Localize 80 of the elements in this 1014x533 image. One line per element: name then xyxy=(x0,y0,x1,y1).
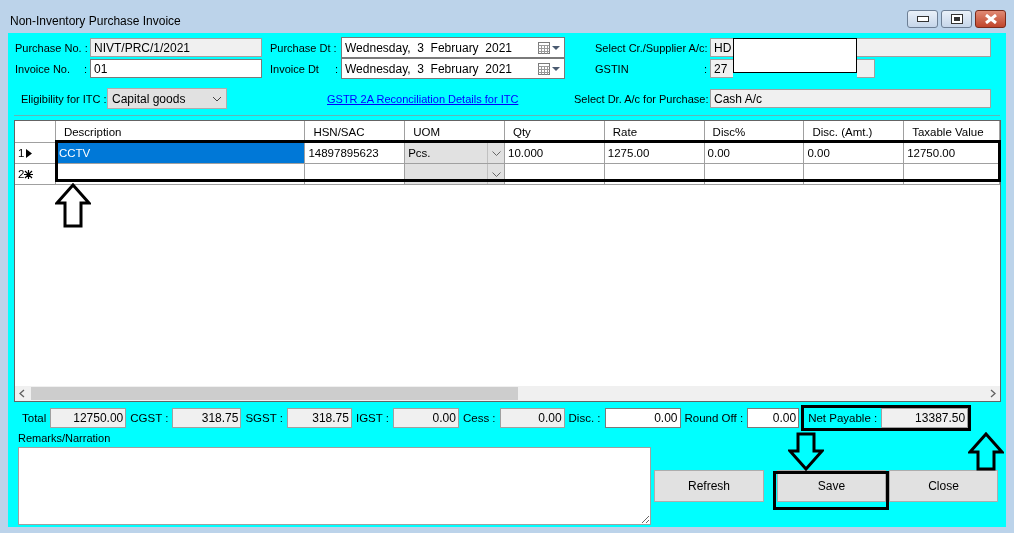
field-label: Purchase Dt : xyxy=(270,41,337,54)
table-cell: CCTV xyxy=(55,143,306,163)
action-button[interactable]: Close xyxy=(889,470,998,502)
chevron-icon xyxy=(491,150,501,156)
calendar-icon xyxy=(537,40,551,55)
horizontal-scrollbar[interactable] xyxy=(15,386,1000,401)
chevron-icon xyxy=(491,171,501,177)
amount-field[interactable]: 13387.50 xyxy=(881,408,969,428)
colon-label: : xyxy=(83,62,87,75)
amount-field[interactable]: 12750.00 xyxy=(50,408,127,428)
dropdown[interactable]: Capital goods xyxy=(107,88,227,109)
amount-field[interactable]: 0.00 xyxy=(747,408,800,428)
total-label: CGST : xyxy=(130,412,169,424)
total-label: Round Off : xyxy=(684,412,744,424)
total-label: Total xyxy=(22,412,47,424)
down-arrow-icon xyxy=(788,432,824,471)
colon-label: : xyxy=(705,92,709,105)
up-arrow-icon xyxy=(55,183,91,228)
column-header[interactable]: Taxable Value xyxy=(904,121,1000,142)
up-arrow-icon xyxy=(968,432,1004,471)
column-header[interactable]: HSN/SAC xyxy=(305,121,406,142)
column-header[interactable]: Qty xyxy=(505,121,605,142)
minimize-button[interactable] xyxy=(907,10,938,28)
caret-icon xyxy=(551,44,561,51)
calendar-icon xyxy=(537,61,551,76)
column-header[interactable]: Disc% xyxy=(704,121,805,142)
reconciliation-link[interactable]: GSTR 2A Reconciliation Details for ITC xyxy=(327,91,519,106)
table-cell: 12750.00 xyxy=(904,143,1000,163)
column-header[interactable]: UOM xyxy=(405,121,505,142)
minimize-icon xyxy=(916,16,929,22)
chevron-icon xyxy=(212,95,222,102)
table-cell: 10.000 xyxy=(505,143,605,163)
field-label: Eligibility for ITC : xyxy=(21,92,107,105)
row-pointer-icon xyxy=(26,148,33,158)
text-field[interactable]: 01 xyxy=(90,59,262,78)
maximize-icon xyxy=(950,14,963,24)
total-label: Disc. : xyxy=(568,412,601,424)
date-picker[interactable]: Wednesday, 3 February 2021 xyxy=(341,37,565,58)
total-label: Cess : xyxy=(462,412,496,424)
field-label: GSTIN xyxy=(595,62,629,75)
column-header[interactable]: Disc. (Amt.) xyxy=(804,121,905,142)
amount-field[interactable]: 0.00 xyxy=(392,408,459,428)
amount-field[interactable]: 318.75 xyxy=(172,408,242,428)
text-field[interactable]: NIVT/PRC/1/2021 xyxy=(90,38,262,57)
row-number: 1 xyxy=(18,147,25,159)
table-cell: 1275.00 xyxy=(604,143,705,163)
colon-label: : xyxy=(704,41,708,54)
text-field[interactable]: 27 xyxy=(710,59,733,78)
column-header[interactable]: Rate xyxy=(604,121,705,142)
total-label: IGST : xyxy=(355,412,389,424)
field-label: Invoice No. xyxy=(15,62,71,75)
text-field[interactable]: Cash A/c xyxy=(710,89,991,108)
field-background xyxy=(857,59,875,78)
amount-field[interactable]: 0.00 xyxy=(604,408,681,428)
window-title: Non-Inventory Purchase Invoice xyxy=(10,14,182,28)
maximize-button[interactable] xyxy=(941,10,972,28)
table-cell: 0.00 xyxy=(704,143,805,163)
colon-label: : xyxy=(334,62,338,75)
field-label: Invoice Dt xyxy=(270,62,319,75)
total-label: SGST : xyxy=(245,412,283,424)
amount-field[interactable]: 318.75 xyxy=(286,408,352,428)
asterisk-icon xyxy=(24,169,34,179)
dropdown-cell[interactable]: Pcs. xyxy=(405,143,505,163)
amount-field[interactable]: 0.00 xyxy=(499,408,565,428)
text-field[interactable]: HD xyxy=(710,38,733,57)
dropdown-cell[interactable] xyxy=(405,164,505,184)
close-icon xyxy=(983,14,998,24)
caret-icon xyxy=(551,65,561,72)
table-cell: 0.00 xyxy=(804,143,905,163)
column-header[interactable]: Description xyxy=(55,121,306,142)
remarks-field[interactable] xyxy=(18,447,651,525)
action-button[interactable]: Save xyxy=(777,470,886,502)
total-label: Net Payable : xyxy=(808,412,878,424)
remarks-label: Remarks/Narration xyxy=(18,432,112,444)
date-picker[interactable]: Wednesday, 3 February 2021 xyxy=(341,58,565,79)
close-button[interactable] xyxy=(975,10,1006,28)
colon-label: : xyxy=(703,62,707,75)
action-button[interactable]: Refresh xyxy=(654,470,764,502)
field-label: Purchase No. : xyxy=(15,41,88,54)
row-number: 2 xyxy=(18,168,25,180)
